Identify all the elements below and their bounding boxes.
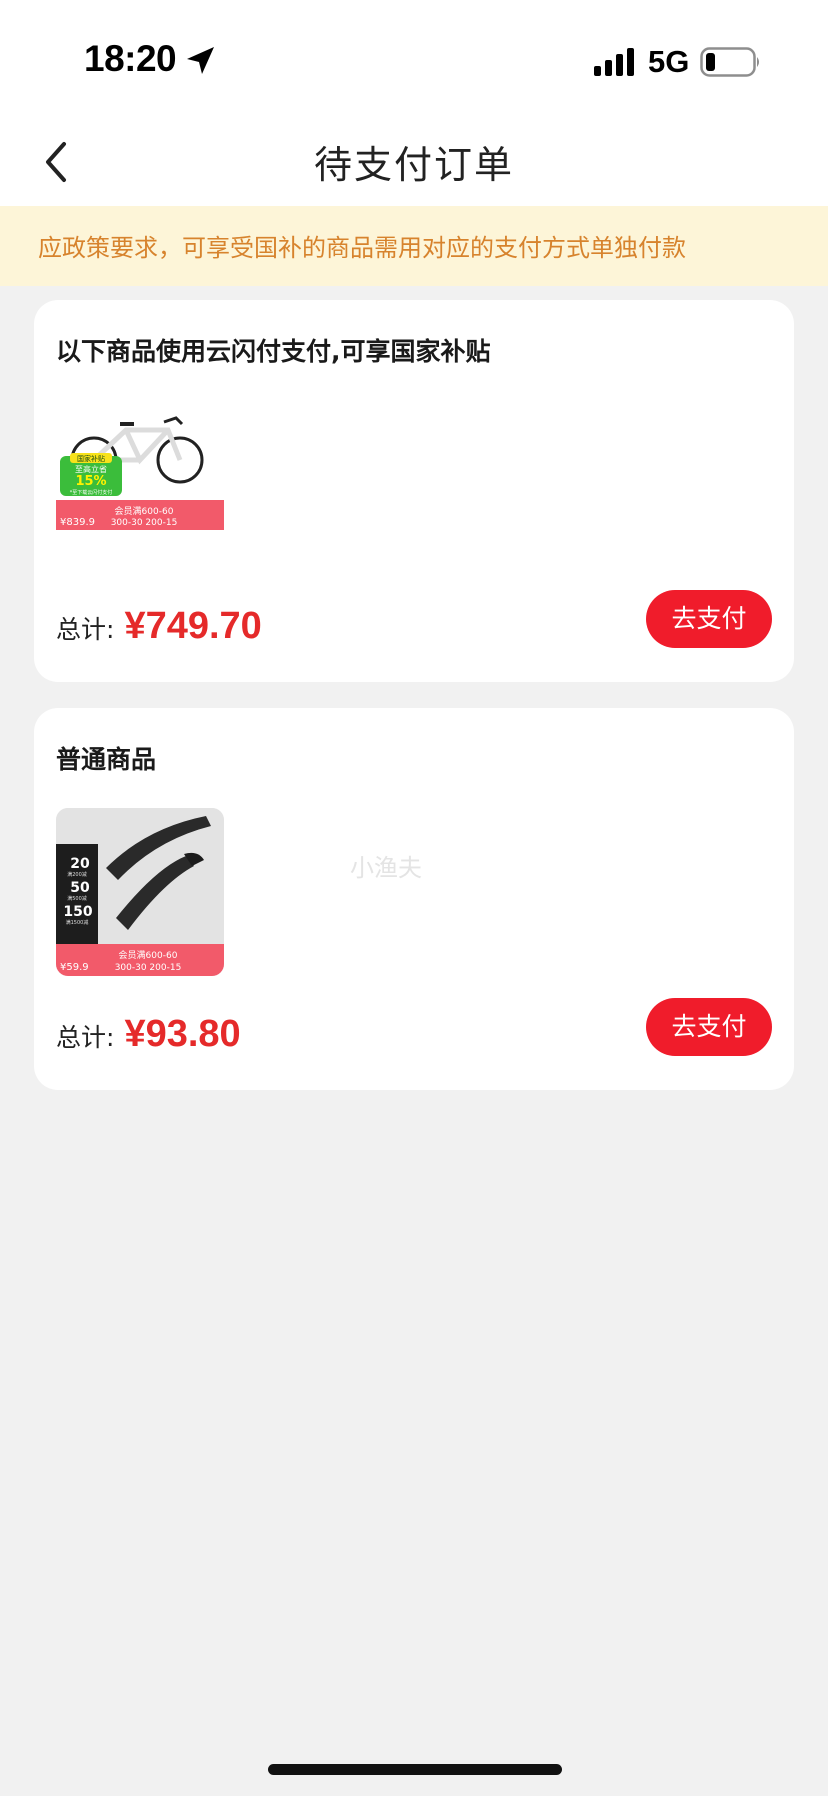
bicycle-image: 国家补贴 至高立省 15% *至下载云闪付支付 ¥839.9 会员满600-60… [56, 408, 224, 576]
thumb-price-text: ¥839.9 [60, 517, 95, 528]
coupon-1-value: 20 [70, 856, 90, 872]
badge-mid-text: 至高立省 [75, 464, 107, 474]
page-title: 待支付订单 [313, 143, 514, 187]
order-card-title: 普通商品 [56, 745, 157, 774]
coupon-1-note: 满200减 [67, 871, 87, 878]
total-price: ¥93.80 [124, 1013, 241, 1055]
coupon-2-value: 50 [70, 880, 90, 896]
total-label: 总计: [56, 1023, 115, 1052]
status-bar: 18:20 5G [0, 0, 828, 120]
coupon-3-note: 满1500减 [66, 919, 89, 926]
badge-percent-text: 15% [75, 474, 106, 489]
nav-bar: 待支付订单 [0, 120, 828, 206]
location-arrow-icon [187, 47, 214, 74]
badge-note-text: *至下载云闪付支付 [70, 489, 113, 496]
product-thumbnail-fenders[interactable]: 20 满200减 50 满500减 150 满1500减 ¥59.9 会员满60… [56, 808, 224, 976]
coupon-3-value: 150 [63, 904, 92, 920]
order-card-subsidy: 以下商品使用云闪付支付,可享国家补贴 国家补贴 至高立省 15% *至下载云闪付… [34, 300, 794, 682]
product-thumbnail-bicycle[interactable]: 国家补贴 至高立省 15% *至下载云闪付支付 ¥839.9 会员满600-60… [56, 408, 224, 576]
order-card-regular: 普通商品 20 满200减 50 满500减 150 满1500减 ¥59.9 … [34, 708, 794, 1090]
thumb-promo-1: 会员满600-60 [115, 505, 174, 517]
coupon-2-note: 满500减 [67, 895, 87, 902]
pay-button[interactable]: 去支付 [646, 998, 772, 1056]
order-card-title: 以下商品使用云闪付支付,可享国家补贴 [56, 337, 491, 366]
order-total-row: 总计: ¥749.70 [56, 605, 262, 648]
thumb-promo-1: 会员满600-60 [119, 949, 178, 961]
thumb-promo-2: 300-30 200-15 [111, 518, 178, 528]
fenders-image: 20 满200减 50 满500减 150 满1500减 ¥59.9 会员满60… [56, 808, 224, 976]
status-time: 18:20 [84, 38, 177, 79]
policy-notice-text: 应政策要求，可享受国补的商品需用对应的支付方式单独付款 [38, 234, 686, 262]
badge-top-text: 国家补贴 [77, 454, 105, 463]
watermark-text: 小渔夫 [350, 854, 422, 882]
thumb-price-text: ¥59.9 [60, 962, 89, 973]
order-total-row: 总计: ¥93.80 [56, 1013, 241, 1056]
network-type: 5G [648, 44, 690, 79]
policy-notice-bar: 应政策要求，可享受国补的商品需用对应的支付方式单独付款 [0, 206, 828, 286]
battery-icon [700, 47, 759, 77]
total-label: 总计: [56, 615, 115, 644]
home-indicator[interactable] [268, 1764, 562, 1775]
thumb-promo-2: 300-30 200-15 [115, 963, 182, 973]
total-price: ¥749.70 [124, 605, 262, 647]
pay-button[interactable]: 去支付 [646, 590, 772, 648]
signal-icon [594, 48, 634, 76]
